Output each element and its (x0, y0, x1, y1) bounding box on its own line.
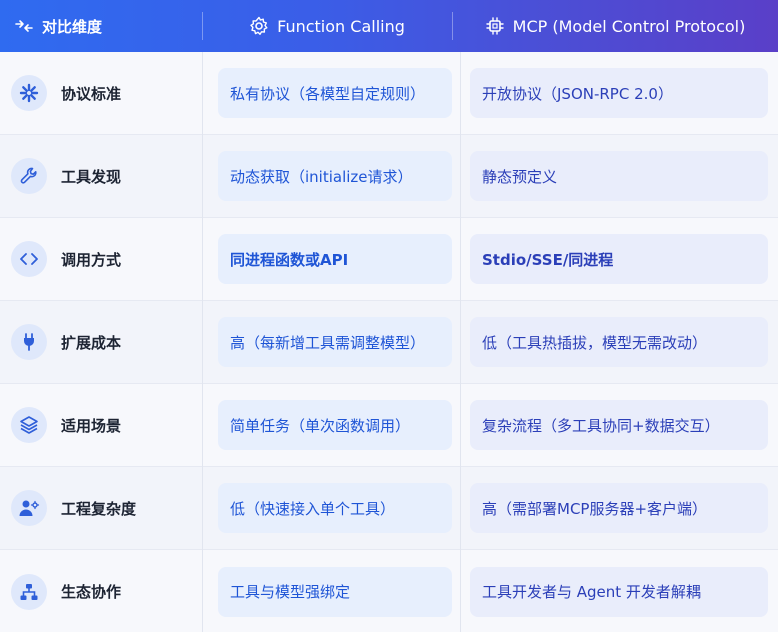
header-dimension: 对比维度 (0, 0, 202, 52)
dimension-cell: 扩展成本 (0, 324, 202, 360)
dimension-cell: 协议标准 (0, 75, 202, 111)
mcp-cell: 低（工具热插拔，模型无需改动） (470, 317, 768, 367)
layers-icon (11, 407, 47, 443)
function-calling-cell: 简单任务（单次函数调用） (218, 400, 452, 450)
dimension-label: 调用方式 (61, 250, 122, 269)
table-row: 适用场景 简单任务（单次函数调用） 复杂流程（多工具协同+数据交互） (0, 384, 778, 467)
header-divider (452, 12, 453, 40)
dimension-cell: 工具发现 (0, 158, 202, 194)
table-row: 工具发现 动态获取（initialize请求） 静态预定义 (0, 135, 778, 218)
header-function-calling-label: Function Calling (277, 16, 405, 36)
code-icon (11, 241, 47, 277)
table-row: 生态协作 工具与模型强绑定 工具开发者与 Agent 开发者解耦 (0, 550, 778, 632)
chip-icon (485, 16, 505, 36)
dimension-cell: 适用场景 (0, 407, 202, 443)
table-body: 协议标准 私有协议（各模型自定规则） 开放协议（JSON-RPC 2.0） 工具… (0, 52, 778, 632)
mcp-cell: 静态预定义 (470, 151, 768, 201)
dimension-label: 工程复杂度 (61, 499, 137, 518)
dimension-cell: 工程复杂度 (0, 490, 202, 526)
function-calling-cell: 低（快速接入单个工具） (218, 483, 452, 533)
table-row: 调用方式 同进程函数或API Stdio/SSE/同进程 (0, 218, 778, 301)
column-divider (460, 52, 461, 632)
header-function-calling: Function Calling (202, 0, 452, 52)
function-calling-cell: 同进程函数或API (218, 234, 452, 284)
gear-icon (249, 16, 269, 36)
function-calling-cell: 高（每新增工具需调整模型） (218, 317, 452, 367)
table-row: 扩展成本 高（每新增工具需调整模型） 低（工具热插拔，模型无需改动） (0, 301, 778, 384)
table-row: 协议标准 私有协议（各模型自定规则） 开放协议（JSON-RPC 2.0） (0, 52, 778, 135)
header-mcp: MCP (Model Control Protocol) (452, 0, 778, 52)
function-calling-cell: 私有协议（各模型自定规则） (218, 68, 452, 118)
wrench-icon (11, 158, 47, 194)
mcp-cell: Stdio/SSE/同进程 (470, 234, 768, 284)
column-divider (202, 52, 203, 632)
dimension-label: 扩展成本 (61, 333, 122, 352)
table-header: 对比维度 Function Calling MCP (Model Control… (0, 0, 778, 52)
plug-icon (11, 324, 47, 360)
dimension-label: 协议标准 (61, 84, 122, 103)
dimension-cell: 调用方式 (0, 241, 202, 277)
comparison-table: 对比维度 Function Calling MCP (Model Control… (0, 0, 778, 632)
header-dimension-label: 对比维度 (42, 17, 103, 36)
mcp-cell: 高（需部署MCP服务器+客户端） (470, 483, 768, 533)
table-row: 工程复杂度 低（快速接入单个工具） 高（需部署MCP服务器+客户端） (0, 467, 778, 550)
mcp-cell: 工具开发者与 Agent 开发者解耦 (470, 566, 768, 617)
header-divider (202, 12, 203, 40)
mcp-cell: 开放协议（JSON-RPC 2.0） (470, 68, 768, 118)
sitemap-icon (11, 573, 47, 610)
dimension-label: 生态协作 (61, 583, 122, 601)
function-calling-cell: 动态获取（initialize请求） (218, 151, 452, 201)
mcp-cell: 复杂流程（多工具协同+数据交互） (470, 400, 768, 450)
user-gear-icon (11, 490, 47, 526)
compare-arrows-icon (14, 16, 34, 36)
dimension-cell: 生态协作 (0, 573, 202, 610)
dimension-label: 工具发现 (61, 167, 122, 186)
asterisk-icon (11, 75, 47, 111)
dimension-label: 适用场景 (61, 416, 122, 435)
function-calling-cell: 工具与模型强绑定 (218, 566, 452, 617)
header-mcp-label: MCP (Model Control Protocol) (512, 16, 746, 36)
